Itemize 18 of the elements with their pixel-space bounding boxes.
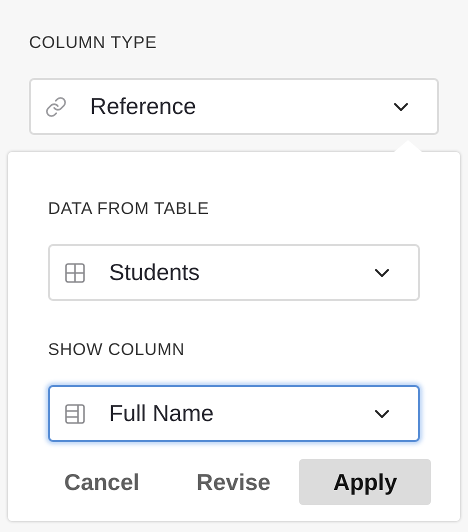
grid-icon — [64, 262, 86, 284]
section-label: SHOW COLUMN — [48, 339, 186, 361]
dropdown-field[interactable]: Full Name — [48, 385, 420, 442]
link-icon — [45, 96, 67, 118]
chevron-down-icon — [393, 102, 409, 112]
column-icon — [64, 402, 86, 424]
dropdown-field[interactable]: Reference — [29, 78, 439, 135]
dropdown-field[interactable]: Students — [48, 244, 420, 301]
action-button[interactable]: Revise — [168, 459, 300, 505]
chevron-down-icon — [374, 408, 390, 418]
action-button[interactable]: Cancel — [36, 459, 168, 505]
action-button[interactable]: Apply — [299, 459, 431, 505]
dropdown-value: Students — [109, 258, 201, 288]
section-label: COLUMN TYPE — [29, 32, 158, 54]
dropdown-value: Reference — [90, 92, 198, 122]
dropdown-value: Full Name — [109, 399, 215, 428]
section-label: DATA FROM TABLE — [48, 198, 210, 220]
chevron-down-icon — [374, 268, 390, 278]
